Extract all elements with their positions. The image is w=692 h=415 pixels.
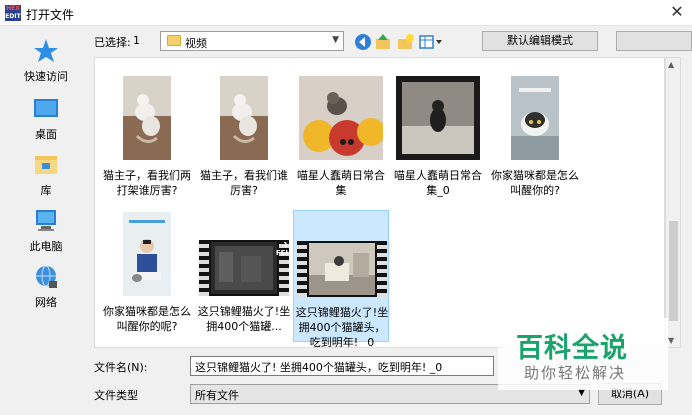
video-thumbnail <box>123 76 171 160</box>
file-item[interactable]: 你家猫咪都是怎么叫醒你的呢? <box>99 210 195 342</box>
video-thumbnail: 1 FEI <box>199 240 289 296</box>
default-edit-mode-button[interactable]: 默认编辑模式 <box>482 31 598 51</box>
chevron-down-icon[interactable]: ▼ <box>332 35 339 45</box>
options-button[interactable] <box>616 31 692 51</box>
scroll-down-icon[interactable]: ▼ <box>668 336 674 345</box>
folder-name: 视频 <box>185 37 207 50</box>
network-icon <box>36 265 57 288</box>
video-thumbnail <box>220 76 268 160</box>
sidebar-item-quick-access[interactable]: 快速访问 <box>6 38 86 90</box>
file-pane-scrollbar[interactable]: ▲ ▼ <box>665 57 681 348</box>
hex-editor-app-icon: HEX EDIT <box>5 5 21 21</box>
sidebar-item-network[interactable]: 网络 <box>6 264 86 316</box>
file-item[interactable]: 喵星人蠢萌日常合集 <box>293 74 389 206</box>
filename-label: 文件名(N): <box>94 361 148 374</box>
back-arrow-icon[interactable] <box>354 33 372 51</box>
library-icon <box>35 156 57 174</box>
file-item[interactable]: 喵星人蠢萌日常合集_0 <box>390 74 486 206</box>
file-name: 你家猫咪都是怎么叫醒你的? <box>491 169 579 197</box>
close-button[interactable]: ✕ <box>662 0 692 26</box>
file-item[interactable]: 1 FEI 这只锦鲤猫火了!坐拥400个猫罐... <box>196 210 292 342</box>
filetype-value: 所有文件 <box>195 389 239 402</box>
title-bar: HEX EDIT 打开文件 ✕ <box>0 0 692 26</box>
star-icon <box>34 39 58 62</box>
filetype-label: 文件类型 <box>94 389 138 402</box>
file-name: 喵星人蠢萌日常合集_0 <box>394 169 482 197</box>
window-title: 打开文件 <box>26 8 75 22</box>
close-icon: ✕ <box>670 2 684 21</box>
frame-badge: 1 FEI <box>275 241 288 257</box>
file-name: 你家猫咪都是怎么叫醒你的呢? <box>103 305 191 333</box>
video-thumbnail <box>511 76 559 160</box>
video-thumbnail <box>123 212 171 296</box>
sidebar-item-this-pc[interactable]: 此电脑 <box>6 208 86 260</box>
video-thumbnail <box>297 241 387 297</box>
file-name: 这只锦鲤猫火了!坐拥400个猫罐头，吃到明年! _0 <box>295 306 389 348</box>
file-item[interactable]: 猫主子，看我们谁厉害? <box>196 74 292 206</box>
file-item-selected[interactable]: 这只锦鲤猫火了!坐拥400个猫罐头，吃到明年! _0 <box>293 210 389 347</box>
sidebar-item-label: 桌面 <box>35 128 57 141</box>
sidebar-item-label: 库 <box>40 184 52 197</box>
sidebar-item-label: 快速访问 <box>24 70 68 83</box>
computer-icon <box>36 210 56 231</box>
folder-icon <box>167 35 181 46</box>
watermark-brand: 百科全说 <box>516 333 628 364</box>
navigation-sidebar: 快速访问 桌面 库 此电脑 网络 <box>6 30 86 330</box>
new-folder-icon[interactable] <box>396 33 414 51</box>
sidebar-item-label: 此电脑 <box>29 240 63 253</box>
selected-count-label: 已选择: <box>94 36 131 49</box>
video-thumbnail <box>396 76 480 160</box>
scroll-up-icon[interactable]: ▲ <box>668 60 674 69</box>
up-folder-icon[interactable] <box>374 33 392 51</box>
folder-location-combo[interactable]: 视频 ▼ <box>160 31 344 51</box>
sidebar-item-label: 网络 <box>35 296 57 309</box>
file-name: 猫主子，看我们谁厉害? <box>200 169 288 197</box>
file-item[interactable]: 你家猫咪都是怎么叫醒你的? <box>487 74 583 206</box>
selected-count-value: 1 <box>133 34 140 47</box>
watermark-subtitle: 助你轻松解决 <box>524 364 627 382</box>
view-menu-icon[interactable] <box>418 33 444 51</box>
scrollbar-thumb[interactable] <box>669 221 678 321</box>
filename-input[interactable]: 这只锦鲤猫火了! 坐拥400个猫罐头，吃到明年! _0 <box>190 356 494 376</box>
file-name: 喵星人蠢萌日常合集 <box>297 169 385 197</box>
desktop-icon <box>34 99 58 117</box>
file-item[interactable]: 猫主子，看我们两打架谁厉害? <box>99 74 195 206</box>
file-list-pane[interactable]: 猫主子，看我们两打架谁厉害? 猫主子，看我们谁厉害? 喵星人蠢萌日常合集 喵星人… <box>94 57 665 348</box>
video-thumbnail <box>299 76 383 160</box>
sidebar-item-desktop[interactable]: 桌面 <box>6 96 86 148</box>
watermark: 百科全说 助你轻松解决 <box>498 318 668 390</box>
sidebar-item-library[interactable]: 库 <box>6 152 86 204</box>
file-name: 猫主子，看我们两打架谁厉害? <box>103 169 191 197</box>
file-name: 这只锦鲤猫火了!坐拥400个猫罐... <box>197 305 291 333</box>
